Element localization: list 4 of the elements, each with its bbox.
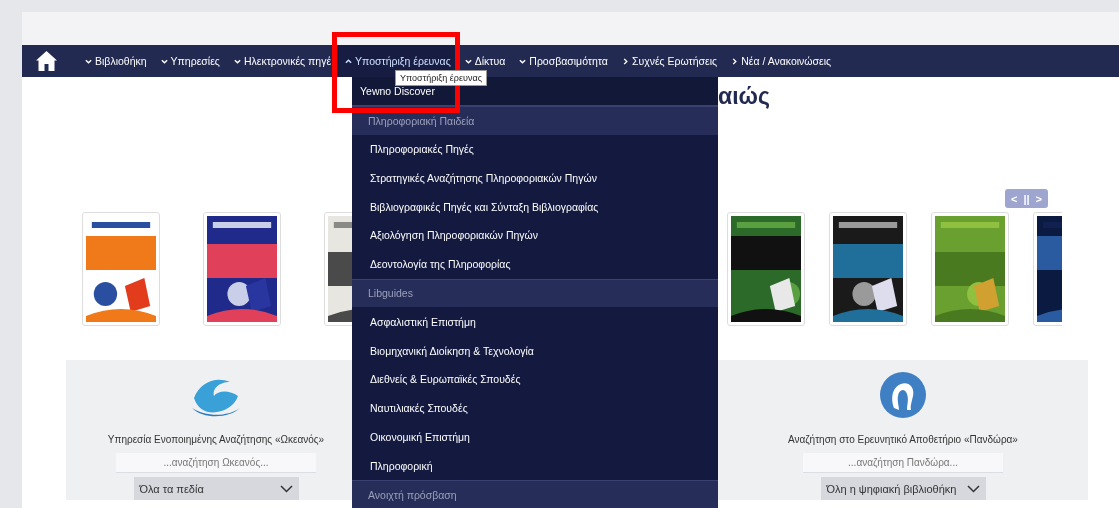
section-heading: αιώς	[718, 83, 771, 111]
tooltip: Υποστήριξη έρευνας	[395, 70, 487, 86]
panel-title: Αναζήτηση στο Ερευνητικό Αποθετήριο «Πανδώρα»	[788, 434, 1018, 445]
panel-title: Υπηρεσία Ενοποιημένης Αναζήτησης «Ωκεανός»	[107, 434, 325, 445]
